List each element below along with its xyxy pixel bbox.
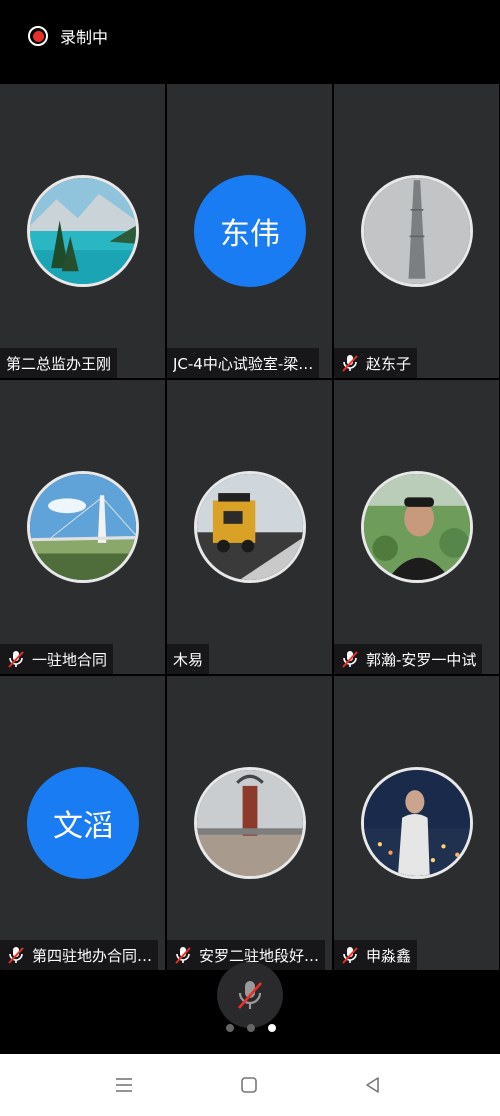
tower-photo-icon xyxy=(364,178,470,284)
participant-name-bar: JC-4中心试验室-梁… xyxy=(167,348,320,378)
back-icon xyxy=(366,1077,379,1093)
bridge-photo-icon xyxy=(30,474,136,580)
page-dot-active[interactable] xyxy=(268,1024,276,1032)
avatar: 东伟 xyxy=(194,175,306,287)
participant-tile[interactable]: 一驻地合同 xyxy=(0,380,165,674)
night-city-photo-icon xyxy=(364,770,470,876)
avatar xyxy=(361,767,473,879)
participant-tile[interactable]: 赵东子 xyxy=(334,84,499,378)
mic-muted-icon xyxy=(342,947,358,964)
meeting-controls xyxy=(0,962,500,1054)
participant-name: 第二总监办王刚 xyxy=(6,354,112,373)
avatar xyxy=(27,471,139,583)
mic-muted-icon xyxy=(8,947,24,964)
lake-photo-icon xyxy=(30,178,136,284)
participant-name-bar: 一驻地合同 xyxy=(0,644,114,674)
avatar xyxy=(194,471,306,583)
back-button[interactable] xyxy=(360,1072,386,1098)
avatar xyxy=(194,767,306,879)
system-navbar xyxy=(0,1054,500,1116)
participant-grid: 第二总监办王刚 东伟 JC-4中心试验室-梁… 赵东子 一驻地合同 木易 郭瀚-… xyxy=(0,84,500,970)
participant-tile[interactable]: 东伟 JC-4中心试验室-梁… xyxy=(167,84,332,378)
participant-tile[interactable]: 安罗二驻地段好… xyxy=(167,676,332,970)
page-indicator xyxy=(226,1024,276,1032)
mute-toggle-button[interactable] xyxy=(217,962,283,1028)
participant-tile[interactable]: 第二总监办王刚 xyxy=(0,84,165,378)
home-button[interactable] xyxy=(236,1072,262,1098)
participant-name: 郭瀚-安罗一中试 xyxy=(366,650,477,669)
recording-indicator[interactable]: 录制中 xyxy=(28,24,108,48)
mic-muted-icon xyxy=(175,947,191,964)
participant-name: 赵东子 xyxy=(366,354,412,373)
mic-off-icon xyxy=(238,981,262,1009)
mic-muted-icon xyxy=(342,355,358,372)
page-dot[interactable] xyxy=(226,1024,234,1032)
participant-tile[interactable]: 郭瀚-安罗一中试 xyxy=(334,380,499,674)
page-dot[interactable] xyxy=(247,1024,255,1032)
record-icon xyxy=(28,26,48,46)
participant-name: JC-4中心试验室-梁… xyxy=(173,354,314,373)
participant-name-bar: 赵东子 xyxy=(334,348,418,378)
participant-name-bar: 第二总监办王刚 xyxy=(0,348,118,378)
avatar xyxy=(361,175,473,287)
man-photo-icon xyxy=(364,474,470,580)
participant-name-bar: 第四驻地办合同… xyxy=(0,940,159,970)
participant-name: 申淼鑫 xyxy=(366,946,412,965)
participant-name-bar: 郭瀚-安罗一中试 xyxy=(334,644,483,674)
avatar xyxy=(361,471,473,583)
status-header: 录制中 xyxy=(0,0,500,84)
paver-photo-icon xyxy=(197,474,303,580)
menu-button[interactable] xyxy=(111,1072,137,1098)
menu-icon xyxy=(116,1078,132,1092)
participant-tile[interactable]: 木易 xyxy=(167,380,332,674)
participant-name: 木易 xyxy=(173,650,204,669)
participant-tile[interactable]: 文滔 第四驻地办合同… xyxy=(0,676,165,970)
participant-name-bar: 申淼鑫 xyxy=(334,940,418,970)
avatar xyxy=(27,175,139,287)
home-icon xyxy=(241,1077,257,1093)
mic-muted-icon xyxy=(342,651,358,668)
recording-label: 录制中 xyxy=(60,28,109,47)
monument-photo-icon xyxy=(197,770,303,876)
mic-muted-icon xyxy=(8,651,24,668)
participant-tile[interactable]: 申淼鑫 xyxy=(334,676,499,970)
avatar: 文滔 xyxy=(27,767,139,879)
participant-name: 一驻地合同 xyxy=(32,650,108,669)
participant-name: 第四驻地办合同… xyxy=(32,946,153,965)
participant-name-bar: 木易 xyxy=(167,644,210,674)
